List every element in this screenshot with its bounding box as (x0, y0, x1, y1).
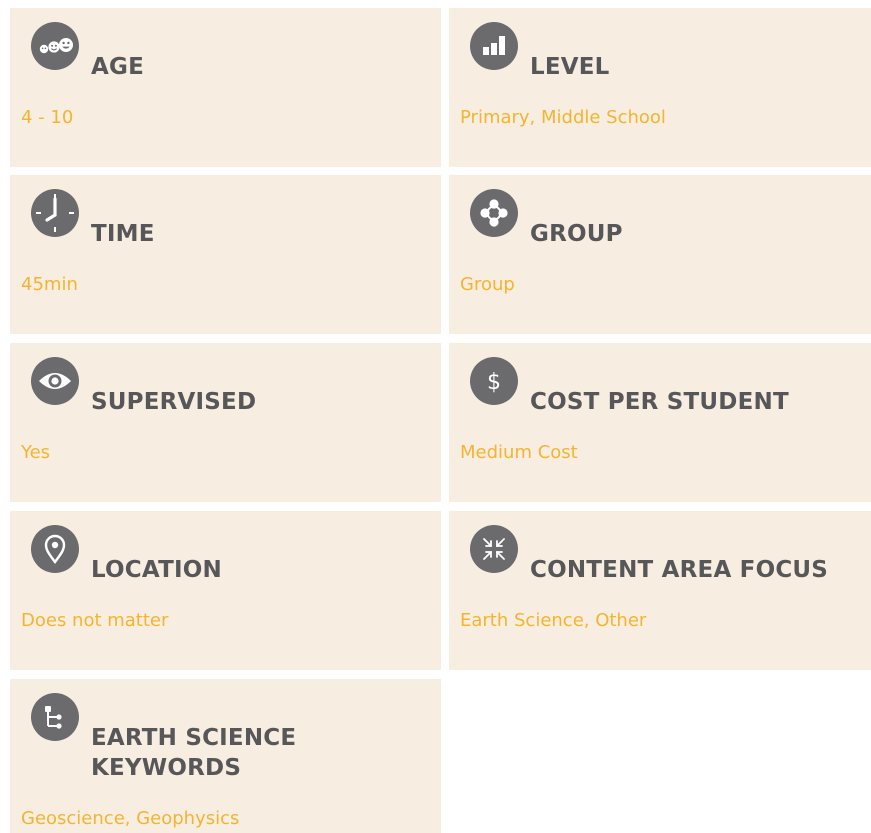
card-age: AGE 4 - 10 (10, 8, 441, 167)
eye-icon (31, 357, 79, 405)
card-value: 45min (21, 274, 78, 295)
card-title: CONTENT AREA FOCUS (530, 557, 829, 583)
card-value: Primary, Middle School (460, 107, 666, 128)
card-value: Geoscience, Geophysics (21, 808, 240, 829)
card-earth-science-keywords: EARTH SCIENCE KEYWORDS Geoscience, Geoph… (10, 679, 441, 833)
card-time: TIME 45min (10, 175, 441, 334)
card-group: GROUP Group (449, 175, 871, 334)
card-title: LOCATION (91, 557, 222, 583)
card-title: AGE (91, 54, 144, 80)
card-location: LOCATION Does not matter (10, 511, 441, 670)
dollar-icon: $ (470, 357, 518, 405)
activity-details-grid: AGE 4 - 10 LEVEL Primary, Middle School (0, 0, 871, 833)
card-value: Yes (21, 442, 51, 463)
card-title: SUPERVISED (91, 389, 257, 415)
card-supervised: SUPERVISED Yes (10, 343, 441, 502)
card-cost-per-student: $ COST PER STUDENT Medium Cost (449, 343, 871, 502)
bar-chart-icon (470, 22, 518, 70)
card-title: LEVEL (530, 54, 610, 80)
card-title: GROUP (530, 221, 623, 247)
svg-text:$: $ (487, 370, 501, 395)
card-value: Medium Cost (460, 442, 578, 463)
card-value: Earth Science, Other (460, 610, 647, 631)
clock-icon (31, 189, 79, 237)
card-title: COST PER STUDENT (530, 389, 789, 415)
card-value: Group (460, 274, 515, 295)
kids-faces-icon (31, 22, 79, 70)
card-level: LEVEL Primary, Middle School (449, 8, 871, 167)
tree-hierarchy-icon (31, 693, 79, 741)
collapse-arrows-icon (470, 525, 518, 573)
location-pin-icon (31, 525, 79, 573)
card-content-area-focus: CONTENT AREA FOCUS Earth Science, Other (449, 511, 871, 670)
card-title: TIME (91, 221, 155, 247)
card-value: 4 - 10 (21, 107, 74, 128)
card-title: EARTH SCIENCE KEYWORDS (91, 725, 297, 781)
group-circles-icon (470, 189, 518, 237)
card-value: Does not matter (21, 610, 169, 631)
